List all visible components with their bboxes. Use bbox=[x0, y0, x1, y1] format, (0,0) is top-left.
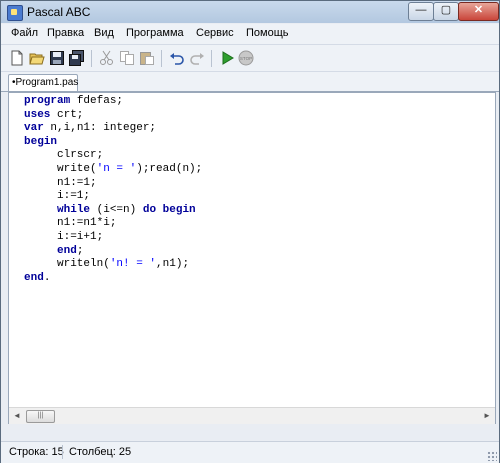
code-line[interactable]: uses crt; bbox=[24, 109, 202, 123]
scroll-left-icon[interactable]: ◄ bbox=[10, 409, 24, 422]
status-line: Строка: 15 bbox=[9, 446, 64, 458]
code-token: i:=1; bbox=[24, 190, 91, 203]
menu-file[interactable]: Файл bbox=[11, 27, 38, 39]
status-bar: Строка: 15 Столбец: 25 bbox=[1, 441, 499, 463]
code-line[interactable]: end; bbox=[24, 245, 202, 259]
status-column: Столбец: 25 bbox=[69, 446, 132, 458]
new-file-icon[interactable] bbox=[9, 50, 25, 66]
open-folder-icon[interactable] bbox=[29, 50, 45, 66]
code-keyword: do begin bbox=[142, 203, 196, 216]
menu-help[interactable]: Помощь bbox=[246, 27, 289, 39]
code-line[interactable]: end. bbox=[24, 272, 202, 286]
minimize-button[interactable]: — bbox=[408, 2, 434, 21]
menu-bar: Файл Правка Вид Программа Сервис Помощь bbox=[1, 24, 499, 45]
code-line[interactable]: clrscr; bbox=[24, 149, 202, 163]
tab-program1[interactable]: •Program1.pas bbox=[8, 74, 78, 91]
code-token: n,i,n1: integer; bbox=[43, 122, 157, 135]
code-line[interactable]: n1:=n1*i; bbox=[24, 217, 202, 231]
toolbar: STOP bbox=[1, 45, 499, 72]
code-token: ; bbox=[76, 244, 84, 257]
code-editor[interactable]: program fdefas; uses crt; var n,i,n1: inte… bbox=[8, 92, 496, 424]
code-string: 'n! = ' bbox=[109, 258, 157, 271]
close-button[interactable]: ✕ bbox=[458, 2, 499, 21]
undo-icon[interactable] bbox=[169, 50, 185, 66]
code-line[interactable]: while (i<=n) do begin bbox=[24, 204, 202, 218]
scroll-right-icon[interactable]: ► bbox=[480, 409, 494, 422]
code-token: i:=i+1; bbox=[24, 230, 104, 243]
code-string: 'n = ' bbox=[96, 162, 137, 175]
code-token: writeln( bbox=[24, 258, 110, 271]
copy-icon[interactable] bbox=[119, 50, 135, 66]
code-line[interactable]: begin bbox=[24, 136, 202, 150]
menu-program[interactable]: Программа bbox=[126, 27, 184, 39]
code-keyword: uses bbox=[24, 108, 51, 121]
code-line[interactable]: var n,i,n1: integer; bbox=[24, 122, 202, 136]
code-token: ,n1); bbox=[156, 258, 190, 271]
status-separator bbox=[62, 445, 63, 459]
code-text[interactable]: program fdefas; uses crt; var n,i,n1: inte… bbox=[24, 95, 202, 285]
window-title: Pascal ABC bbox=[27, 5, 91, 19]
code-line[interactable]: n1:=1; bbox=[24, 177, 202, 191]
tab-strip: •Program1.pas bbox=[1, 72, 499, 92]
menu-service[interactable]: Сервис bbox=[196, 27, 234, 39]
resize-grip-icon[interactable] bbox=[487, 451, 497, 461]
save-icon[interactable] bbox=[49, 50, 65, 66]
code-keyword: var bbox=[24, 122, 44, 135]
code-token: write( bbox=[24, 162, 97, 175]
code-token: clrscr; bbox=[24, 149, 104, 162]
app-icon bbox=[7, 5, 23, 21]
code-keyword: end bbox=[24, 271, 44, 284]
maximize-button[interactable]: ▢ bbox=[433, 2, 459, 21]
redo-icon[interactable] bbox=[189, 50, 205, 66]
scrollbar-thumb[interactable]: ||| bbox=[26, 410, 55, 423]
paste-icon[interactable] bbox=[139, 50, 155, 66]
toolbar-separator bbox=[211, 50, 212, 67]
code-line[interactable]: program fdefas; bbox=[24, 95, 202, 109]
code-token: n1:=1; bbox=[24, 176, 97, 189]
code-line[interactable]: write('n = ');read(n); bbox=[24, 163, 202, 177]
code-token: fdefas; bbox=[70, 95, 124, 107]
code-line[interactable]: writeln('n! = ',n1); bbox=[24, 258, 202, 272]
save-all-icon[interactable] bbox=[69, 50, 85, 66]
title-bar[interactable]: Pascal ABC — ▢ ✕ bbox=[1, 1, 499, 23]
code-line[interactable]: i:=i+1; bbox=[24, 231, 202, 245]
stop-label: STOP bbox=[240, 56, 252, 61]
run-icon[interactable] bbox=[219, 50, 235, 66]
stop-icon[interactable]: STOP bbox=[238, 50, 254, 66]
code-keyword: end bbox=[57, 244, 77, 257]
code-token: (i<=n) bbox=[90, 203, 143, 216]
cut-icon[interactable] bbox=[99, 50, 115, 66]
code-token: . bbox=[43, 271, 51, 284]
code-keyword: begin bbox=[24, 135, 58, 148]
horizontal-scrollbar[interactable]: ◄ ||| ► bbox=[9, 407, 495, 424]
code-line[interactable]: i:=1; bbox=[24, 190, 202, 204]
editor-gutter bbox=[9, 93, 22, 407]
code-token: );read(n); bbox=[136, 162, 203, 175]
menu-edit[interactable]: Правка bbox=[47, 27, 84, 39]
toolbar-separator bbox=[161, 50, 162, 67]
toolbar-separator bbox=[91, 50, 92, 67]
code-keyword: program bbox=[24, 95, 71, 107]
code-token: crt; bbox=[50, 108, 84, 121]
code-token: n1:=n1*i; bbox=[24, 217, 117, 230]
code-keyword: while bbox=[57, 203, 91, 216]
pascal-abc-window: Pascal ABC — ▢ ✕ Файл Правка Вид Програм… bbox=[0, 0, 500, 463]
menu-view[interactable]: Вид bbox=[94, 27, 114, 39]
